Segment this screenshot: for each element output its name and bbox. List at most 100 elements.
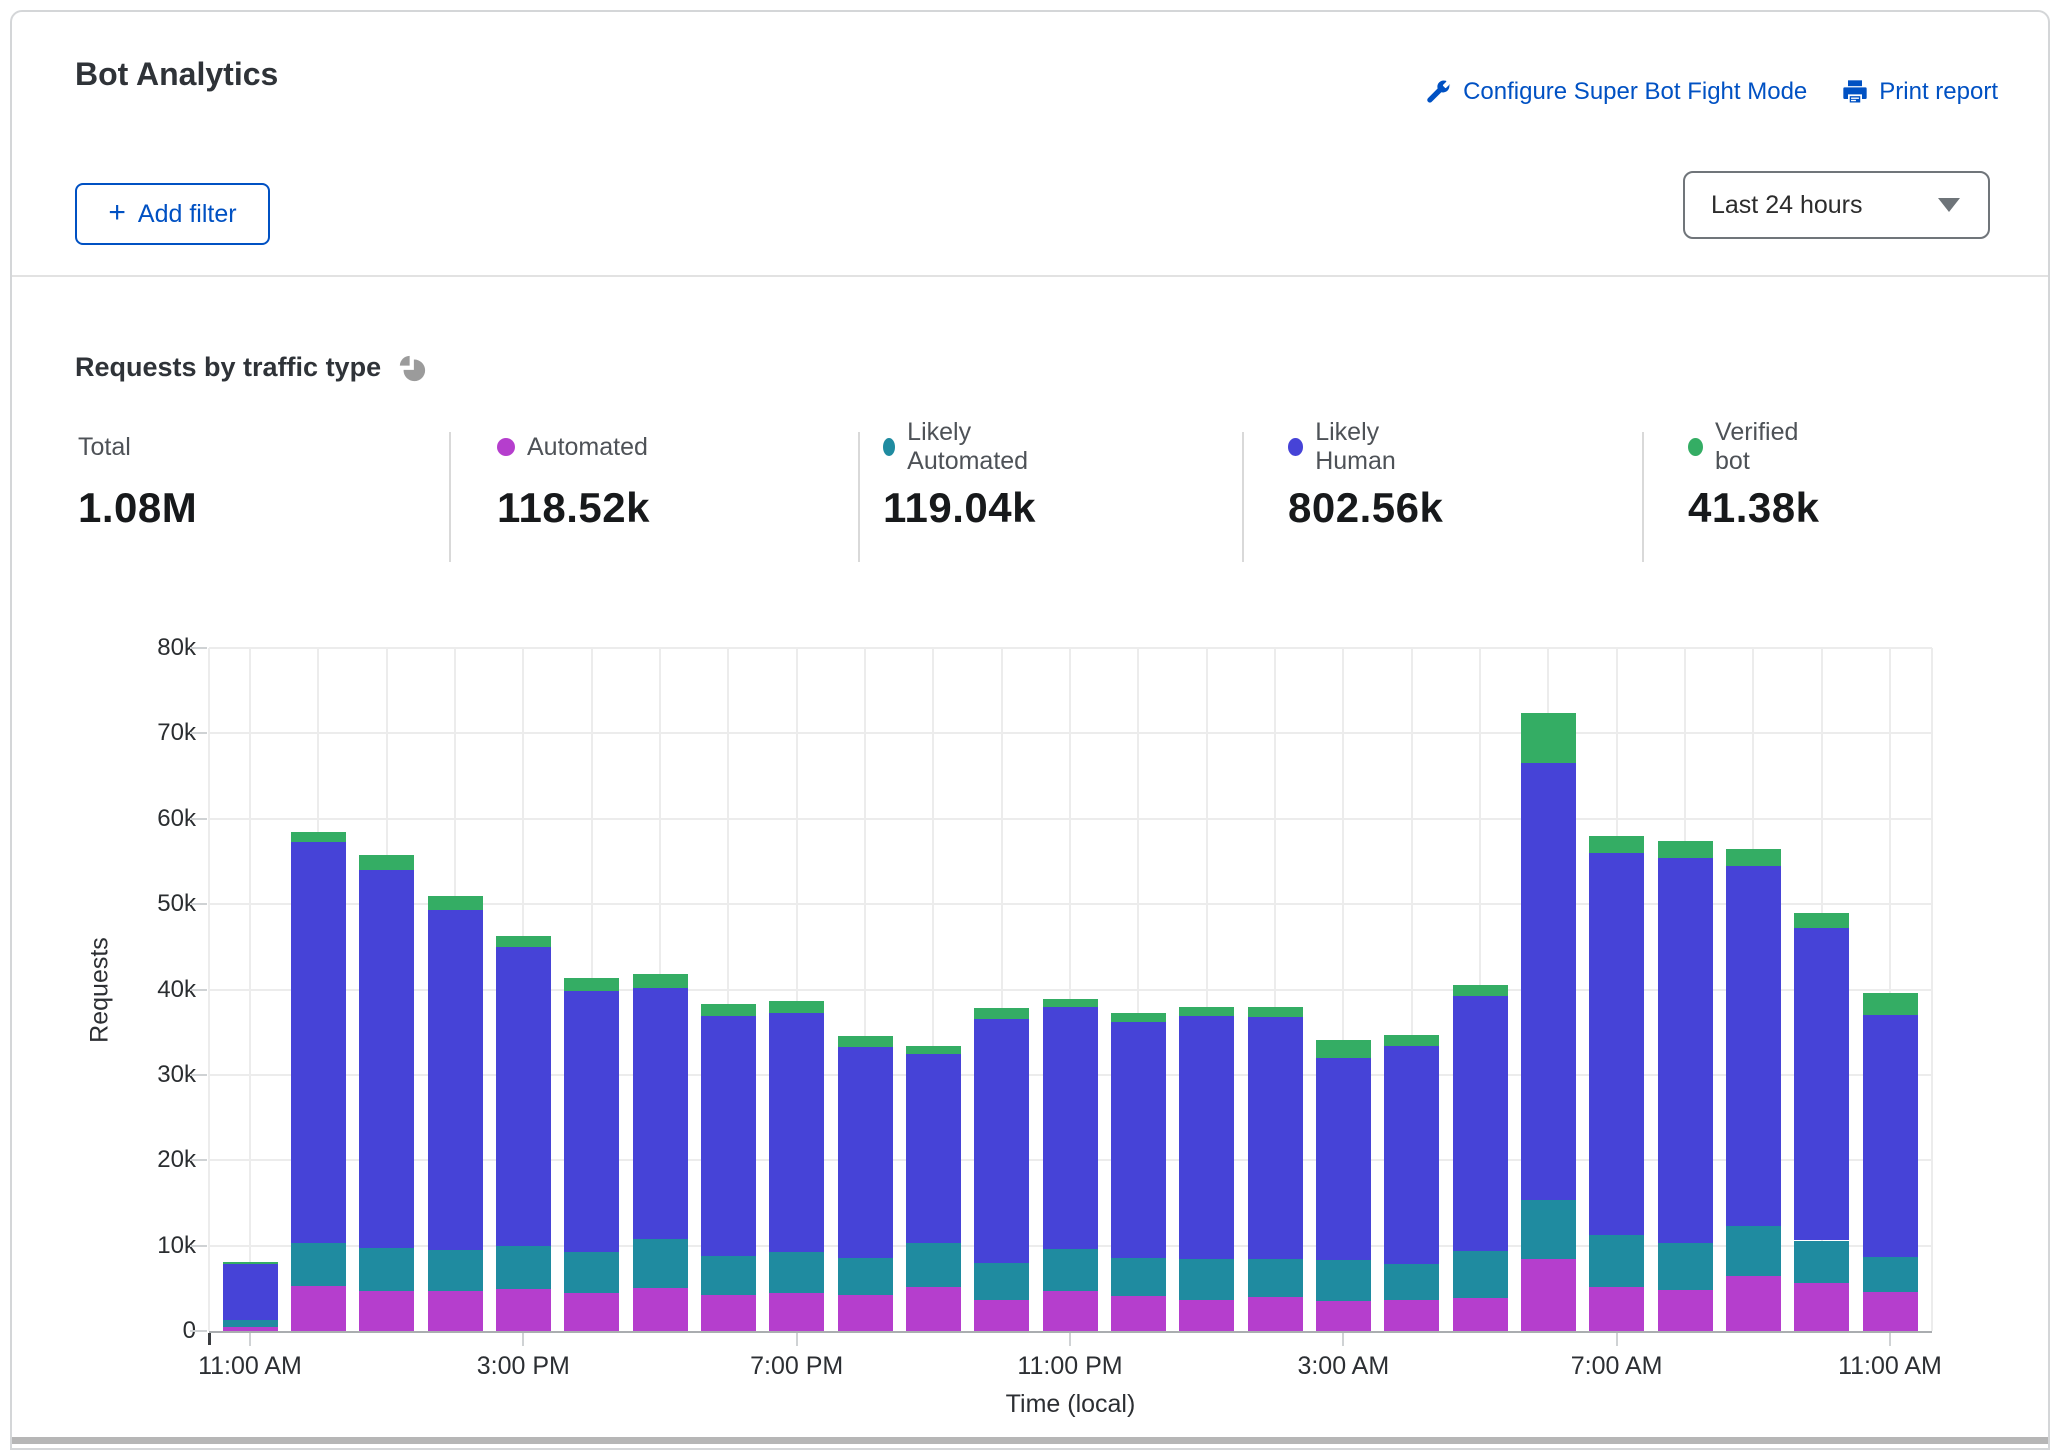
bar-segment-automated[interactable] (838, 1295, 893, 1331)
bar-segment-likely-human[interactable] (633, 988, 688, 1239)
bar-segment-verified-bot[interactable] (1658, 841, 1713, 858)
bar-segment-likely-human[interactable] (1726, 866, 1781, 1226)
bar-segment-automated[interactable] (633, 1288, 688, 1331)
bar-segment-verified-bot[interactable] (1863, 993, 1918, 1015)
bar-segment-verified-bot[interactable] (1521, 713, 1576, 763)
bar-segment-automated[interactable] (701, 1295, 756, 1331)
bar-segment-verified-bot[interactable] (1453, 985, 1508, 996)
bar-segment-verified-bot[interactable] (1589, 836, 1644, 853)
bar-segment-verified-bot[interactable] (633, 974, 688, 988)
bar-segment-verified-bot[interactable] (1179, 1007, 1234, 1016)
bar-segment-automated[interactable] (1111, 1296, 1166, 1331)
bar-segment-automated[interactable] (1043, 1291, 1098, 1331)
bar-segment-automated[interactable] (1316, 1301, 1371, 1331)
bar-segment-likely-human[interactable] (1453, 996, 1508, 1250)
bar-segment-verified-bot[interactable] (223, 1262, 278, 1265)
bar-segment-automated[interactable] (1589, 1287, 1644, 1331)
bar-segment-likely-automated[interactable] (1863, 1257, 1918, 1292)
bar-segment-likely-human[interactable] (1589, 853, 1644, 1235)
bar-segment-verified-bot[interactable] (496, 936, 551, 947)
bar-segment-verified-bot[interactable] (1248, 1007, 1303, 1016)
bar-segment-likely-automated[interactable] (496, 1246, 551, 1289)
bar-segment-likely-human[interactable] (291, 842, 346, 1243)
bar-segment-verified-bot[interactable] (906, 1046, 961, 1054)
bar-segment-automated[interactable] (1794, 1283, 1849, 1331)
bar-segment-automated[interactable] (496, 1289, 551, 1331)
bar-segment-likely-automated[interactable] (633, 1239, 688, 1289)
bar-segment-automated[interactable] (769, 1293, 824, 1331)
bar-segment-likely-automated[interactable] (838, 1258, 893, 1295)
bar-segment-verified-bot[interactable] (1726, 849, 1781, 866)
bar-segment-likely-automated[interactable] (359, 1248, 414, 1291)
bar-segment-likely-human[interactable] (769, 1013, 824, 1252)
bar-segment-likely-automated[interactable] (906, 1243, 961, 1287)
bar-segment-likely-automated[interactable] (974, 1263, 1029, 1301)
bar-segment-likely-automated[interactable] (1794, 1241, 1849, 1284)
bar-segment-likely-automated[interactable] (1043, 1249, 1098, 1291)
bar-segment-automated[interactable] (1726, 1276, 1781, 1331)
bar-segment-likely-automated[interactable] (1316, 1260, 1371, 1301)
bar-segment-automated[interactable] (1863, 1292, 1918, 1331)
bar-segment-verified-bot[interactable] (1043, 999, 1098, 1008)
bar-segment-likely-human[interactable] (428, 910, 483, 1250)
configure-super-bot-fight-mode-link[interactable]: Configure Super Bot Fight Mode (1425, 78, 1807, 106)
bar-segment-verified-bot[interactable] (428, 896, 483, 911)
bar-segment-verified-bot[interactable] (769, 1001, 824, 1012)
bar-segment-automated[interactable] (359, 1291, 414, 1331)
bar-segment-likely-automated[interactable] (1589, 1235, 1644, 1287)
bar-segment-automated[interactable] (1521, 1259, 1576, 1331)
bar-segment-likely-human[interactable] (359, 870, 414, 1248)
bar-segment-likely-human[interactable] (838, 1047, 893, 1259)
bar-segment-likely-human[interactable] (564, 991, 619, 1252)
bar-segment-likely-automated[interactable] (1521, 1200, 1576, 1259)
bar-segment-automated[interactable] (906, 1287, 961, 1331)
bar-segment-likely-human[interactable] (701, 1016, 756, 1256)
bar-segment-automated[interactable] (1453, 1298, 1508, 1331)
bar-segment-automated[interactable] (291, 1286, 346, 1331)
bar-segment-likely-automated[interactable] (1248, 1259, 1303, 1297)
bar-segment-likely-human[interactable] (223, 1264, 278, 1319)
bar-segment-likely-human[interactable] (974, 1019, 1029, 1263)
bar-segment-likely-human[interactable] (1863, 1015, 1918, 1257)
bar-segment-likely-human[interactable] (496, 947, 551, 1247)
bar-segment-verified-bot[interactable] (1384, 1035, 1439, 1046)
add-filter-button[interactable]: + Add filter (75, 183, 270, 245)
bar-segment-automated[interactable] (1248, 1297, 1303, 1331)
bar-segment-verified-bot[interactable] (1794, 913, 1849, 928)
bar-segment-automated[interactable] (1179, 1300, 1234, 1331)
bar-segment-likely-human[interactable] (1316, 1058, 1371, 1260)
bar-segment-likely-automated[interactable] (1658, 1243, 1713, 1290)
bar-segment-verified-bot[interactable] (701, 1004, 756, 1016)
print-report-link[interactable]: Print report (1841, 78, 1998, 106)
bar-segment-likely-automated[interactable] (1111, 1258, 1166, 1296)
bar-segment-likely-automated[interactable] (428, 1250, 483, 1291)
bar-segment-likely-human[interactable] (1521, 763, 1576, 1200)
bar-segment-likely-automated[interactable] (1726, 1226, 1781, 1276)
time-range-dropdown[interactable]: Last 24 hours (1683, 171, 1990, 239)
bar-segment-likely-human[interactable] (1043, 1007, 1098, 1249)
bar-segment-automated[interactable] (428, 1291, 483, 1331)
bar-segment-verified-bot[interactable] (564, 978, 619, 991)
bar-segment-likely-human[interactable] (1179, 1016, 1234, 1259)
bar-segment-likely-automated[interactable] (1384, 1264, 1439, 1300)
bar-segment-likely-human[interactable] (1111, 1022, 1166, 1258)
bar-segment-likely-automated[interactable] (291, 1243, 346, 1286)
bar-segment-likely-automated[interactable] (1453, 1251, 1508, 1298)
bar-segment-likely-human[interactable] (1794, 928, 1849, 1240)
bar-segment-verified-bot[interactable] (291, 832, 346, 842)
bar-segment-likely-human[interactable] (1384, 1046, 1439, 1265)
bar-segment-automated[interactable] (1384, 1300, 1439, 1331)
bar-segment-verified-bot[interactable] (359, 855, 414, 870)
bar-segment-automated[interactable] (1658, 1290, 1713, 1331)
bar-segment-likely-automated[interactable] (564, 1252, 619, 1292)
bar-segment-likely-human[interactable] (1248, 1017, 1303, 1259)
bar-segment-verified-bot[interactable] (1111, 1013, 1166, 1022)
bar-segment-likely-automated[interactable] (223, 1320, 278, 1327)
bar-segment-likely-automated[interactable] (769, 1252, 824, 1293)
bar-segment-likely-automated[interactable] (701, 1256, 756, 1295)
bar-segment-automated[interactable] (974, 1300, 1029, 1331)
bar-segment-verified-bot[interactable] (1316, 1040, 1371, 1058)
bar-segment-likely-automated[interactable] (1179, 1259, 1234, 1300)
bar-segment-verified-bot[interactable] (974, 1008, 1029, 1018)
bar-segment-likely-human[interactable] (906, 1054, 961, 1244)
